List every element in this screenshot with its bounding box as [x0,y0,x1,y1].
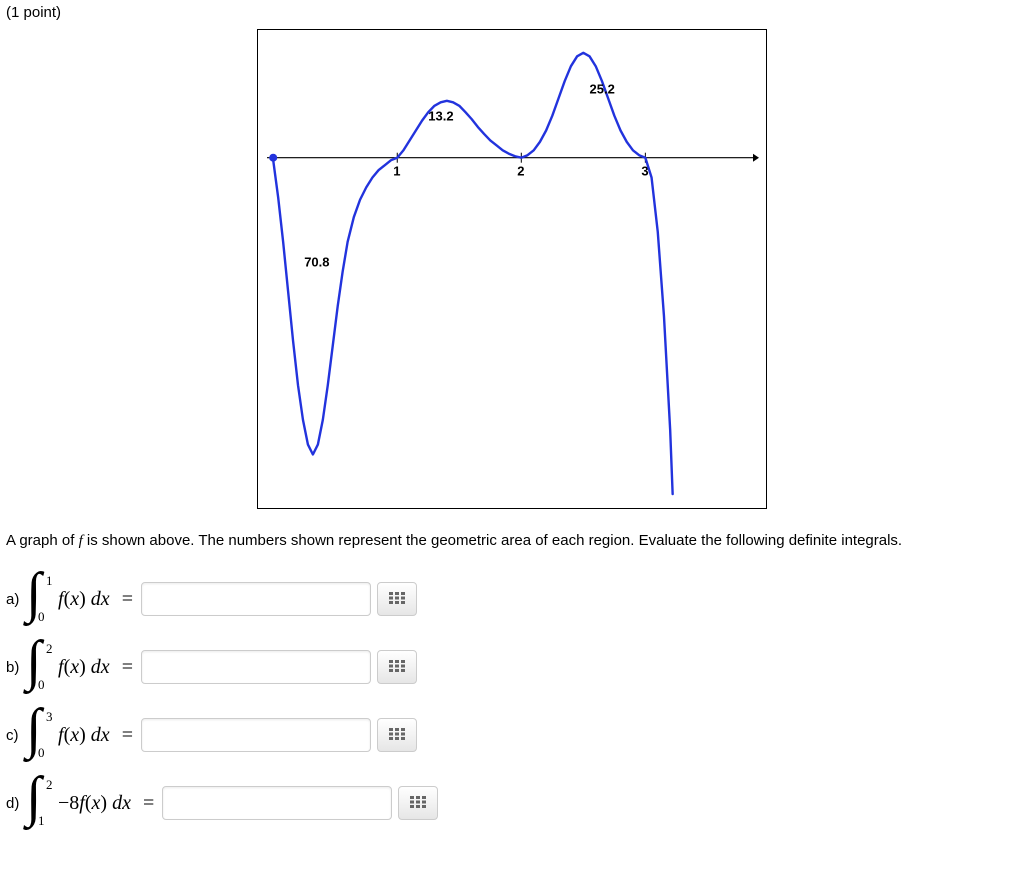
grid-icon [389,727,405,744]
question-row: c) ∫ 3 0 f(x) dx = [6,711,1018,759]
function-graph: 12370.813.225.2 [257,29,767,509]
integral-expression: ∫ 2 1 −8f(x) dx [28,779,131,827]
question-label: c) [6,727,24,744]
answer-input[interactable] [162,786,392,820]
equals-sign: = [143,792,154,815]
question-label: d) [6,795,24,812]
question-row: b) ∫ 2 0 f(x) dx = [6,643,1018,691]
lower-limit: 0 [38,609,45,625]
svg-text:1: 1 [393,164,400,179]
graph-container: 12370.813.225.2 [257,29,767,513]
upper-limit: 1 [46,573,53,589]
integrand: −8f(x) dx [58,792,131,815]
grid-icon [389,591,405,608]
svg-text:70.8: 70.8 [304,255,329,270]
upper-limit: 2 [46,641,53,657]
integral-expression: ∫ 1 0 f(x) dx [28,575,110,623]
question-label: b) [6,659,24,676]
upper-limit: 2 [46,777,53,793]
integral-symbol: ∫ 3 0 [28,711,52,759]
equation-editor-button[interactable] [377,582,417,616]
integrand: f(x) dx [58,656,110,679]
grid-icon [389,659,405,676]
grid-icon [410,795,426,812]
integral-expression: ∫ 3 0 f(x) dx [28,711,110,759]
equation-editor-button[interactable] [398,786,438,820]
questions-list: a) ∫ 1 0 f(x) dx = b) ∫ 2 0 f(x) dx = c) [6,575,1018,827]
svg-text:25.2: 25.2 [590,81,615,96]
question-row: a) ∫ 1 0 f(x) dx = [6,575,1018,623]
integrand: f(x) dx [58,724,110,747]
answer-input[interactable] [141,650,371,684]
lower-limit: 0 [38,677,45,693]
equals-sign: = [122,588,133,611]
integral-symbol: ∫ 2 0 [28,643,52,691]
integral-expression: ∫ 2 0 f(x) dx [28,643,110,691]
points-label: (1 point) [6,4,1018,21]
question-label: a) [6,591,24,608]
lower-limit: 1 [38,813,45,829]
svg-text:13.2: 13.2 [428,109,453,124]
answer-input[interactable] [141,718,371,752]
question-row: d) ∫ 2 1 −8f(x) dx = [6,779,1018,827]
integrand: f(x) dx [58,588,110,611]
svg-text:2: 2 [517,164,524,179]
equation-editor-button[interactable] [377,650,417,684]
equals-sign: = [122,656,133,679]
integral-symbol: ∫ 1 0 [28,575,52,623]
integral-symbol: ∫ 2 1 [28,779,52,827]
equation-editor-button[interactable] [377,718,417,752]
problem-prompt: A graph of f is shown above. The numbers… [6,531,1018,551]
upper-limit: 3 [46,709,53,725]
lower-limit: 0 [38,745,45,761]
answer-input[interactable] [141,582,371,616]
equals-sign: = [122,724,133,747]
